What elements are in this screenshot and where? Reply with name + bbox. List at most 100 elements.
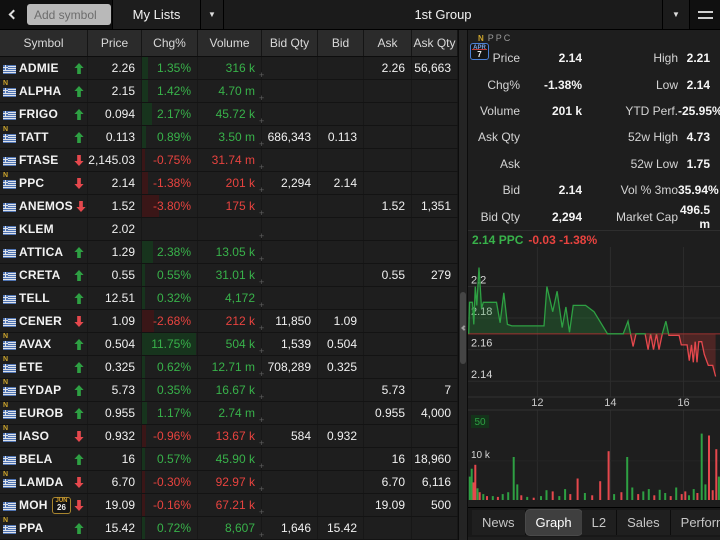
price-cell: 2,145.03 [88, 149, 142, 171]
table-row[interactable]: N PPC 2.14 -1.38% 201 k +2,294 2.14 [0, 172, 458, 195]
price-cell: 19.09 [88, 494, 142, 516]
column-header[interactable]: Symbol [0, 30, 88, 56]
greece-flag-icon [3, 248, 16, 258]
column-header[interactable]: Bid [318, 30, 364, 56]
column-header[interactable]: Chg% [142, 30, 198, 56]
price-cell: 0.55 [88, 264, 142, 286]
menu-icon[interactable] [690, 0, 720, 29]
table-row[interactable]: ANEMOS 1.52 -3.80% 175 k +1.52 1,351 [0, 195, 458, 218]
symbol-cell: ANEMOS [0, 195, 88, 217]
price-value: 19.09 [104, 498, 135, 512]
volume-value: 12.71 m [211, 360, 255, 374]
row-grip-icon: + [259, 277, 265, 287]
table-row[interactable]: N ALPHA 2.15 1.42% 4.70 m + [0, 80, 458, 103]
y-tick-label: 2.16 [471, 337, 492, 349]
column-header[interactable]: Bid Qty [262, 30, 318, 56]
table-row[interactable]: ATTICA 1.29 2.38% 13.05 k + [0, 241, 458, 264]
table-row[interactable]: CRETA 0.55 0.55% 31.01 k +0.55 279 [0, 264, 458, 287]
greece-flag-icon [3, 87, 16, 97]
stat-row: Bid 2.14 Vol % 3mo 35.94% [468, 177, 720, 203]
table-row[interactable]: ADMIE 2.26 1.35% 316 k +2.26 56,663 [0, 57, 458, 80]
stat-row: Price 2.14 High 2.21 [468, 45, 720, 71]
price-cell: 16 [88, 448, 142, 470]
add-symbol-input[interactable] [27, 4, 111, 25]
price-value: 0.55 [111, 268, 135, 282]
ask-cell [364, 333, 412, 355]
tab-news[interactable]: News [472, 509, 526, 535]
table-row[interactable]: KLEM 2.02 + [0, 218, 458, 241]
table-row[interactable]: MOH JUN 26 19.09 -0.16% 67.21 k +19.09 500 [0, 494, 458, 517]
ask-qty-value: 6,116 [421, 475, 451, 489]
tab-l2[interactable]: L2 [581, 509, 618, 535]
table-row[interactable]: N PPA 15.42 0.72% 8,607 +1,646 15.42 [0, 517, 458, 540]
table-row[interactable]: N EYDAP 5.73 0.35% 16.67 k +5.73 7 [0, 379, 458, 402]
table-row[interactable]: N ETE 0.325 0.62% 12.71 m +708,289 0.325 [0, 356, 458, 379]
table-row[interactable]: N EUROB 0.955 1.17% 2.74 m +0.955 4,000 [0, 402, 458, 425]
chart-last-price: 2.14 PPC [472, 232, 524, 247]
tab-sales[interactable]: Sales [617, 509, 671, 535]
stat-value: 201 k [551, 103, 582, 118]
bid-cell: 2.14 [318, 172, 364, 194]
bid-cell: 1.09 [318, 310, 364, 332]
bid-value: 2.14 [333, 176, 357, 190]
price-value: 0.113 [105, 130, 135, 144]
change-cell: -0.96% [142, 425, 198, 447]
price-up-arrow-icon [74, 384, 84, 396]
my-lists-dropdown-caret[interactable]: ▼ [200, 0, 224, 29]
volume-cell: 12.71 m [198, 356, 262, 378]
ask-qty-value: 56,663 [414, 61, 451, 75]
price-cell: 0.325 [88, 356, 142, 378]
ask-cell: 5.73 [364, 379, 412, 401]
symbol-label: EYDAP [19, 383, 62, 397]
tab-performance[interactable]: Performance [670, 509, 720, 535]
greece-flag-icon [3, 455, 16, 465]
symbol-cell: N PPA [0, 517, 88, 539]
table-row[interactable]: FTASE 2,145.03 -0.75% 31.74 m + [0, 149, 458, 172]
new-badge: N [3, 402, 9, 409]
group-selector[interactable]: 1st Group [224, 0, 662, 29]
column-header[interactable]: Ask Qty [412, 30, 458, 56]
column-header[interactable]: Ask [364, 30, 412, 56]
column-header[interactable]: Price [88, 30, 142, 56]
symbol-label: TELL [19, 291, 50, 305]
price-value: 0.094 [104, 107, 135, 121]
greece-flag-icon [3, 179, 16, 189]
table-row[interactable]: N AVAX 0.504 11.75% 504 k +1,539 0.504 [0, 333, 458, 356]
volume-value: 201 k [225, 176, 255, 190]
column-header[interactable]: Volume [198, 30, 262, 56]
my-lists-button[interactable]: My Lists [112, 0, 200, 29]
table-row[interactable]: BELA 16 0.57% 45.90 k +16 18,960 [0, 448, 458, 471]
table-row[interactable]: FRIGO 0.094 2.17% 45.72 k + [0, 103, 458, 126]
chart-change: -0.03 -1.38% [528, 232, 598, 247]
table-row[interactable]: N TATT 0.113 0.89% 3.50 m +686,343 0.113 [0, 126, 458, 149]
volume-cell: 45.72 k [198, 103, 262, 125]
ask-cell: 1.52 [364, 195, 412, 217]
ask-cell: 16 [364, 448, 412, 470]
bid-qty-cell: + [259, 80, 318, 103]
change-cell: -3.80% [142, 195, 198, 217]
price-up-arrow-icon [74, 338, 84, 350]
top-bar: My Lists ▼ 1st Group ▼ [0, 0, 720, 30]
table-row[interactable]: N IASO 0.932 -0.96% 13.67 k +584 0.932 [0, 425, 458, 448]
ask-qty-cell: 4,000 [412, 402, 458, 424]
table-row[interactable]: CENER 1.09 -2.68% 212 k +11,850 1.09 [0, 310, 458, 333]
tab-graph[interactable]: Graph [525, 509, 582, 535]
back-button[interactable] [0, 0, 26, 29]
price-down-arrow-icon [74, 499, 84, 511]
symbol-label: PPA [19, 521, 44, 535]
panel-resize-handle[interactable] [460, 292, 467, 364]
price-chart[interactable]: 1214162.22.182.162.145010 k [468, 246, 720, 507]
stat-label: Market Cap [615, 210, 678, 225]
stat-row: Chg% -1.38% Low 2.14 [468, 71, 720, 97]
table-row[interactable]: TELL 12.51 0.32% 4,172 + [0, 287, 458, 310]
y-tick-label: 2.14 [471, 369, 492, 381]
price-value: 2,145.03 [88, 153, 135, 167]
new-badge: N [3, 333, 9, 340]
group-dropdown-caret[interactable]: ▼ [662, 0, 690, 29]
table-row[interactable]: N LAMDA 6.70 -0.30% 92.97 k +6.70 6,116 [0, 471, 458, 494]
symbol-label: ATTICA [19, 245, 64, 259]
volume-value: 16.67 k [215, 383, 255, 397]
volume-value: 504 k [225, 337, 255, 351]
stat-label: 52w Low [630, 156, 678, 171]
change-value: 2.17% [156, 107, 191, 121]
